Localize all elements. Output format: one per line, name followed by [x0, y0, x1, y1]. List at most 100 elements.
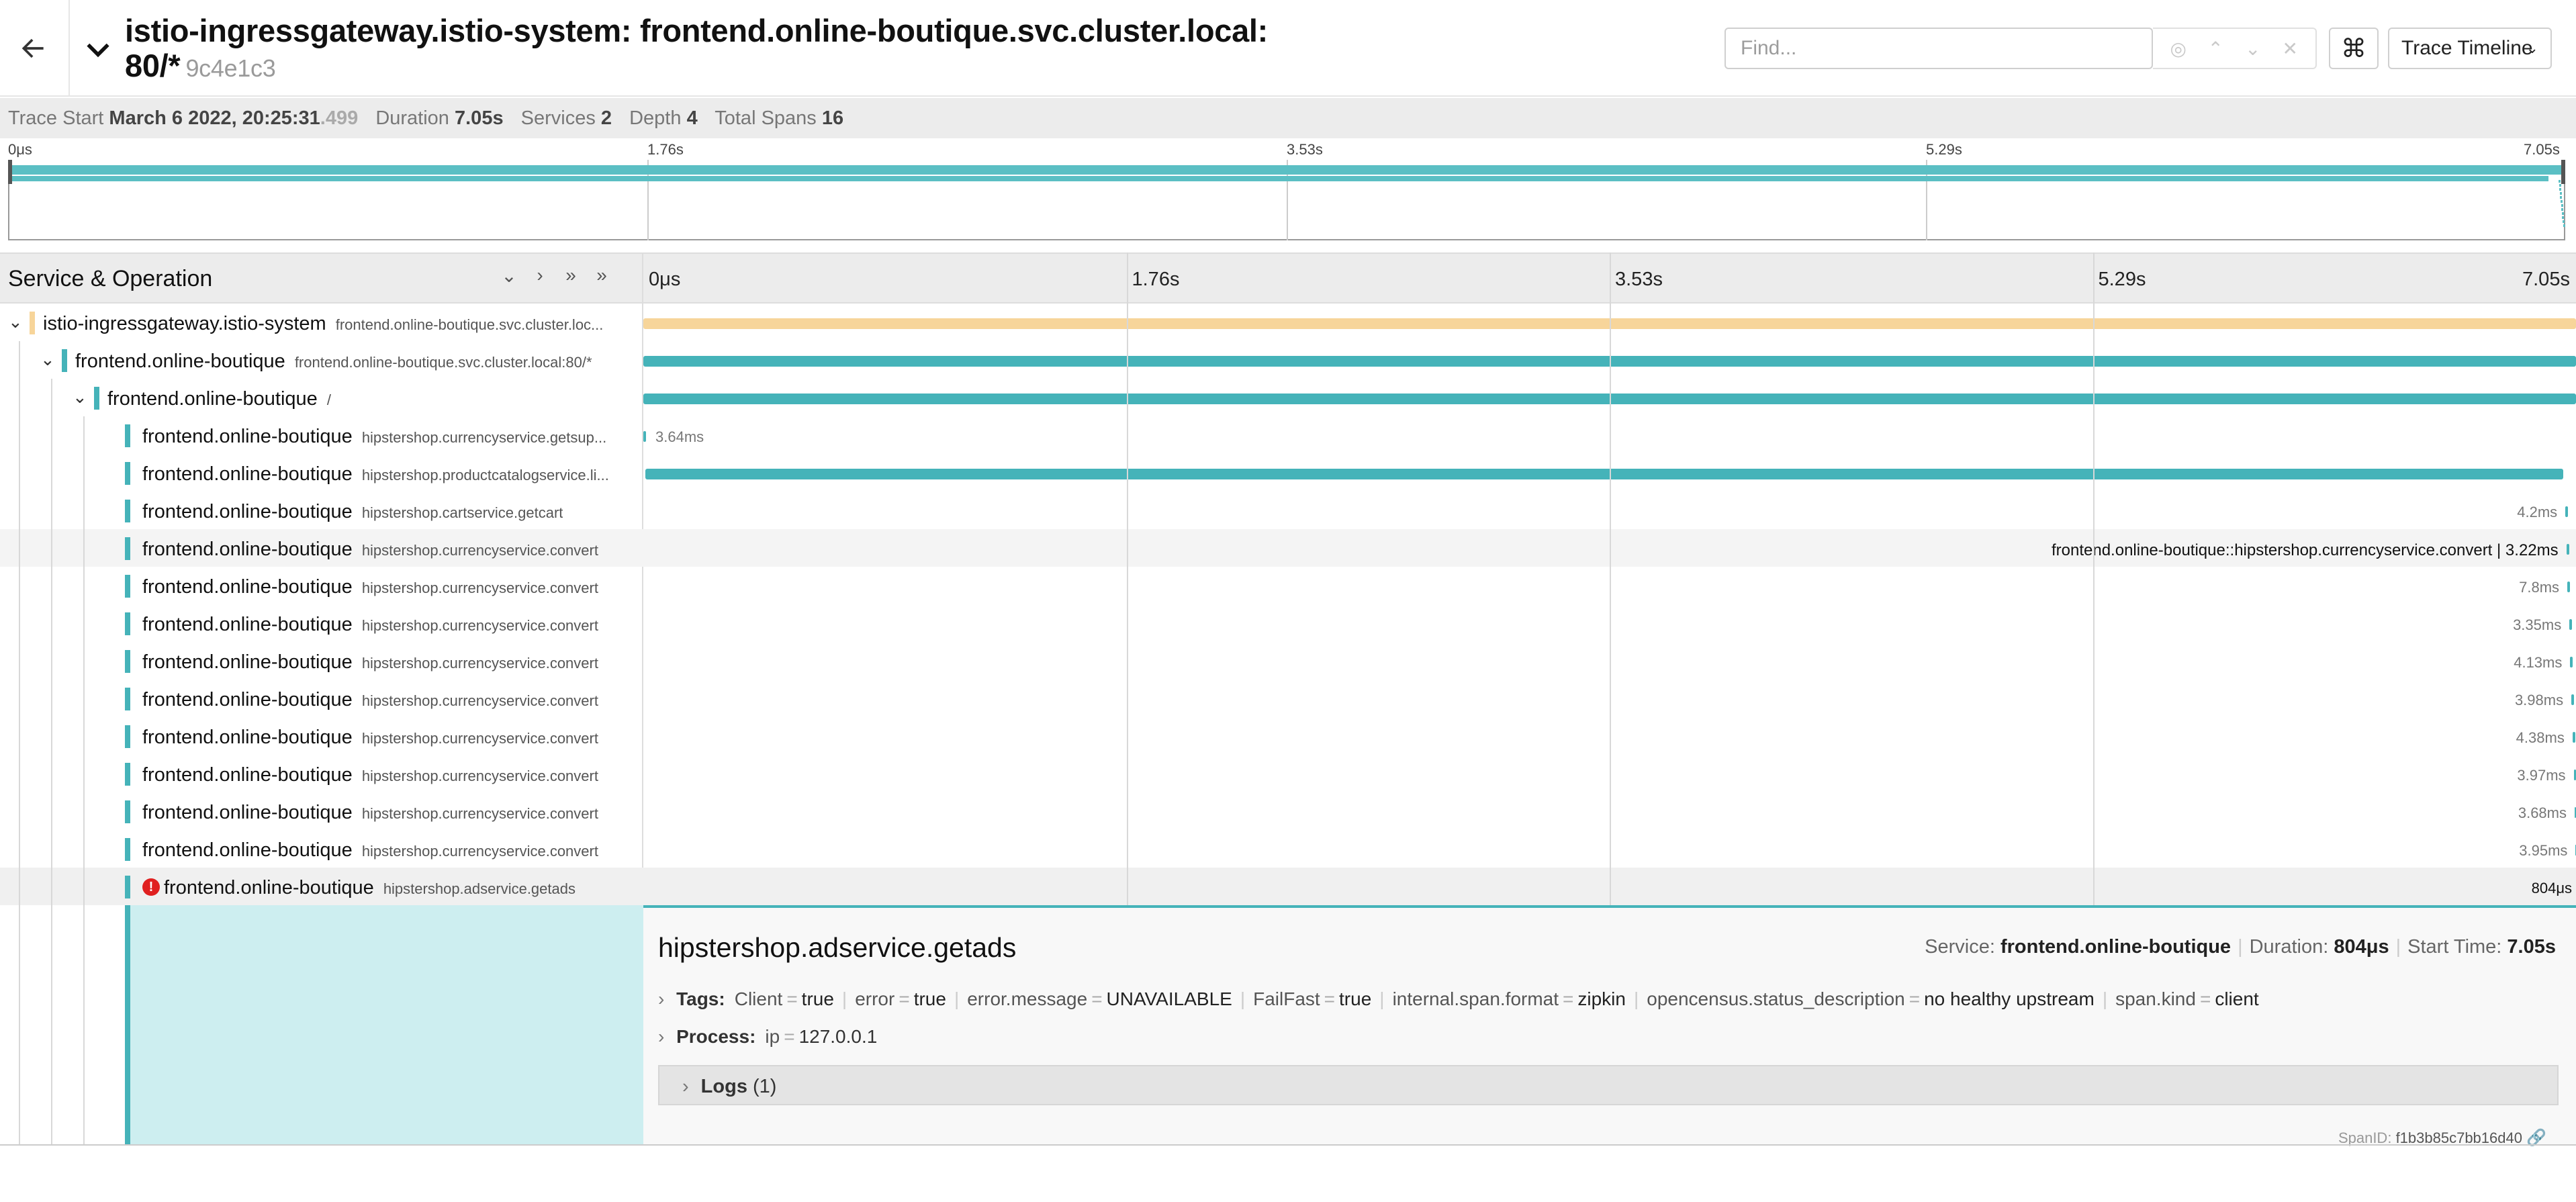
- trace-header: istio-ingressgateway.istio-system: front…: [0, 0, 2576, 97]
- span-name[interactable]: frontend.online-boutique hipstershop.curr…: [142, 689, 598, 711]
- tree-guide-line: [19, 379, 20, 416]
- span-bar[interactable]: [643, 431, 646, 442]
- chevron-down-icon: ⌄: [2526, 40, 2538, 56]
- span-row[interactable]: frontend.online-boutique hipstershop.curr…: [0, 529, 2576, 567]
- chevron-down-icon[interactable]: [83, 35, 113, 64]
- span-operation: /: [326, 391, 331, 408]
- span-service: frontend.online-boutique: [142, 539, 353, 560]
- tags-section[interactable]: › Tags: Client = true | error = true | error.mess…: [658, 988, 2259, 1010]
- keyboard-shortcuts-button[interactable]: ⌘: [2329, 28, 2379, 69]
- span-name[interactable]: frontend.online-boutique /: [107, 388, 331, 410]
- span-row[interactable]: ⌄ frontend.online-boutique /: [0, 379, 2576, 416]
- tree-guide-line: [51, 529, 52, 567]
- span-duration-label: frontend.online-boutique::hipstershop.cu…: [2051, 541, 2559, 559]
- tree-guide-line: [19, 416, 20, 454]
- next-match-icon[interactable]: ⌄: [2240, 38, 2266, 60]
- back-button[interactable]: [0, 0, 70, 97]
- expand-all-icon[interactable]: »: [561, 265, 580, 287]
- tree-guide-line: [19, 341, 20, 379]
- span-row[interactable]: ⌄ istio-ingressgateway.istio-system fronte…: [0, 304, 2576, 341]
- span-name[interactable]: frontend.online-boutique hipstershop.curr…: [142, 426, 606, 448]
- tree-guide-line: [19, 642, 20, 680]
- span-bar[interactable]: [2572, 732, 2575, 743]
- timeline-tick-label: 0μs: [649, 269, 681, 290]
- process-section[interactable]: › Process: ip = 127.0.0.1: [658, 1026, 877, 1048]
- tag-value: true: [1339, 988, 1372, 1009]
- minimap-span-bar: [2561, 200, 2563, 203]
- tree-guide-line: [83, 830, 85, 868]
- chevron-down-icon[interactable]: ⌄: [40, 349, 55, 370]
- tree-guide-line: [51, 792, 52, 830]
- span-name[interactable]: frontend.online-boutique hipstershop.curr…: [142, 614, 598, 636]
- span-row[interactable]: frontend.online-boutique hipstershop.curr…: [0, 680, 2576, 717]
- prev-match-icon[interactable]: ⌃: [2202, 38, 2229, 60]
- span-row[interactable]: ⌄ frontend.online-boutique frontend.online…: [0, 341, 2576, 379]
- span-operation: hipstershop.currencyservice.convert: [361, 542, 598, 559]
- tag-key: span.kind: [2115, 988, 2196, 1009]
- minimap-tick-label: 3.53s: [1287, 141, 1323, 158]
- service-color-bar: [125, 500, 130, 522]
- span-row[interactable]: frontend.online-boutique hipstershop.curr…: [0, 717, 2576, 755]
- locate-icon[interactable]: ◎: [2165, 38, 2192, 60]
- span-row[interactable]: ! frontend.online-boutique hipstershop.ads…: [0, 868, 2576, 905]
- span-name[interactable]: frontend.online-boutique hipstershop.curr…: [142, 802, 598, 824]
- span-name[interactable]: frontend.online-boutique hipstershop.curr…: [142, 764, 598, 786]
- minimap-span-bar: [2561, 212, 2564, 215]
- tree-guide-line: [19, 830, 20, 868]
- span-row[interactable]: frontend.online-boutique hipstershop.curr…: [0, 755, 2576, 792]
- span-duration-label: 4.38ms: [2516, 729, 2565, 746]
- span-bar[interactable]: [2570, 657, 2573, 667]
- tree-guide-line: [51, 868, 52, 905]
- span-name[interactable]: frontend.online-boutique hipstershop.curr…: [142, 727, 598, 749]
- span-row[interactable]: frontend.online-boutique hipstershop.curr…: [0, 416, 2576, 454]
- collapse-all-icon[interactable]: »: [592, 265, 611, 287]
- detail-duration-value: 804μs: [2334, 936, 2389, 958]
- chevron-down-icon[interactable]: ⌄: [73, 387, 87, 408]
- trace-duration: Duration 7.05s: [375, 107, 503, 129]
- span-service: frontend.online-boutique: [142, 839, 353, 861]
- detail-summary: Service: frontend.online-boutique | Durati…: [1925, 936, 2556, 958]
- span-name[interactable]: frontend.online-boutique frontend.online-…: [75, 351, 592, 373]
- minimap-handle-right[interactable]: [2561, 160, 2565, 184]
- span-name[interactable]: frontend.online-boutique hipstershop.adse…: [164, 877, 576, 899]
- span-bar[interactable]: [2565, 506, 2569, 517]
- span-bar[interactable]: [2573, 770, 2576, 780]
- span-duration-label: 3.35ms: [2513, 616, 2562, 633]
- tree-guide-line: [19, 717, 20, 755]
- find-input[interactable]: [1724, 28, 2153, 69]
- clear-find-icon[interactable]: ✕: [2276, 38, 2303, 60]
- process-key: ip: [765, 1026, 780, 1047]
- tree-guide-line: [83, 604, 85, 642]
- span-name[interactable]: frontend.online-boutique hipstershop.curr…: [142, 651, 598, 674]
- span-row[interactable]: frontend.online-boutique hipstershop.curr…: [0, 604, 2576, 642]
- view-select-value: Trace Timeline: [2401, 37, 2533, 59]
- span-bar[interactable]: [2569, 619, 2573, 630]
- expand-one-icon[interactable]: ›: [531, 265, 549, 287]
- span-bar[interactable]: [2566, 544, 2569, 555]
- span-bar[interactable]: [2567, 582, 2571, 592]
- collapse-one-icon[interactable]: ⌄: [500, 265, 518, 287]
- span-row[interactable]: frontend.online-boutique hipstershop.curr…: [0, 830, 2576, 868]
- span-name[interactable]: frontend.online-boutique hipstershop.curr…: [142, 539, 598, 561]
- span-name[interactable]: istio-ingressgateway.istio-system fronten…: [43, 313, 603, 335]
- chevron-down-icon[interactable]: ⌄: [8, 312, 23, 332]
- span-bar[interactable]: [2571, 694, 2575, 705]
- chevron-right-icon: ›: [658, 1026, 670, 1047]
- span-bar[interactable]: [645, 469, 2564, 479]
- span-row[interactable]: frontend.online-boutique hipstershop.curr…: [0, 642, 2576, 680]
- span-name[interactable]: frontend.online-boutique hipstershop.prod…: [142, 463, 609, 486]
- service-color-bar: [125, 575, 130, 598]
- view-select[interactable]: Trace Timeline ⌄: [2388, 28, 2552, 69]
- span-name[interactable]: frontend.online-boutique hipstershop.cart…: [142, 501, 563, 523]
- span-row[interactable]: frontend.online-boutique hipstershop.curr…: [0, 792, 2576, 830]
- minimap-handle-left[interactable]: [8, 160, 12, 184]
- tag-key: internal.span.format: [1392, 988, 1559, 1009]
- span-row[interactable]: frontend.online-boutique hipstershop.cart…: [0, 492, 2576, 529]
- depth-value: 4: [686, 107, 698, 129]
- span-row[interactable]: frontend.online-boutique hipstershop.curr…: [0, 567, 2576, 604]
- span-row[interactable]: frontend.online-boutique hipstershop.prod…: [0, 454, 2576, 492]
- logs-section[interactable]: › Logs (1): [658, 1065, 2559, 1105]
- span-name[interactable]: frontend.online-boutique hipstershop.curr…: [142, 839, 598, 862]
- span-name[interactable]: frontend.online-boutique hipstershop.curr…: [142, 576, 598, 598]
- trace-minimap[interactable]: 0μs 1.76s 3.53s 5.29s 7.05s: [8, 140, 2565, 240]
